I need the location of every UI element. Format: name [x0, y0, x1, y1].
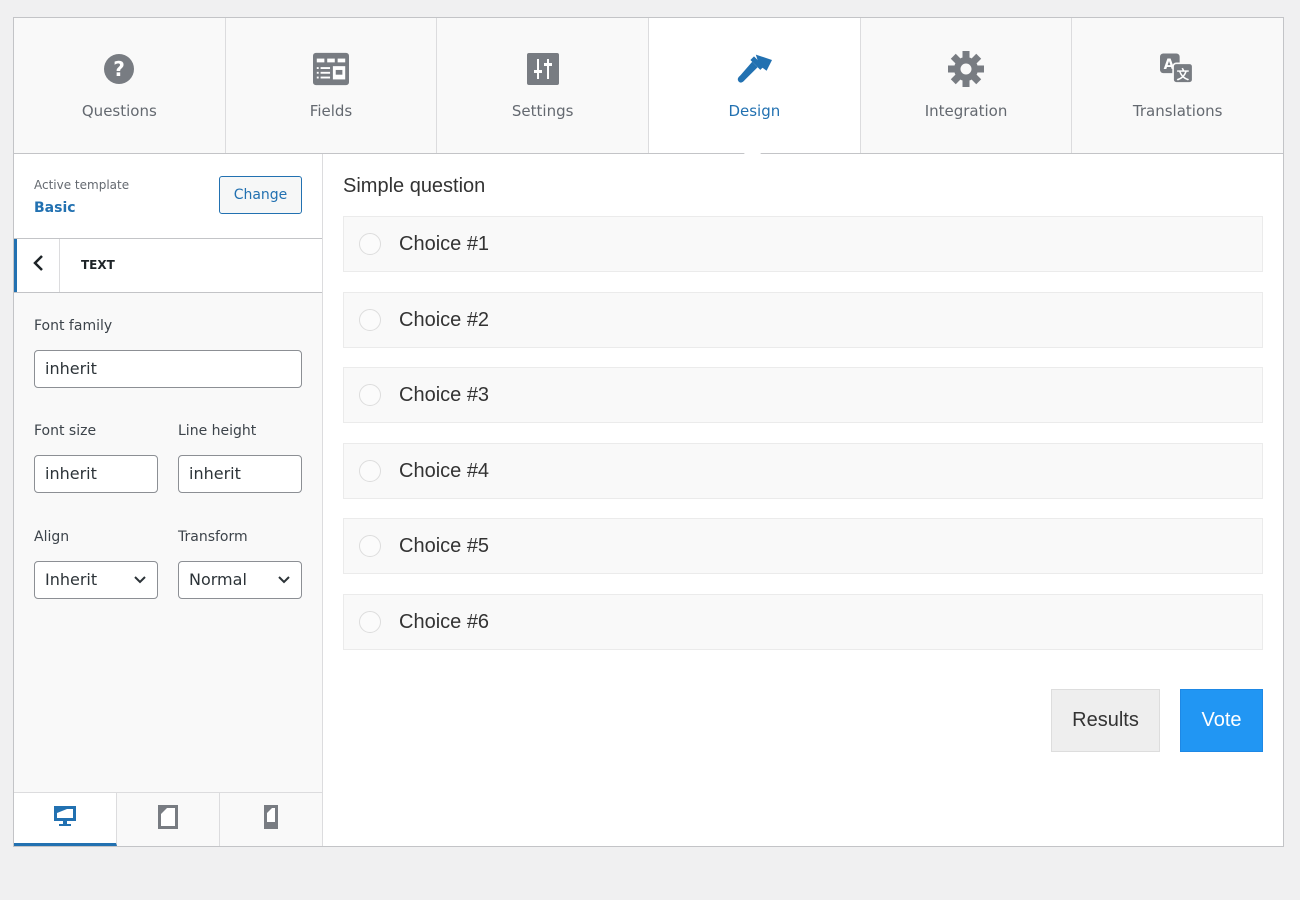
font-size-input[interactable]: inherit [34, 455, 158, 493]
transform-value: Normal [189, 570, 247, 589]
transform-label: Transform [178, 529, 248, 545]
device-mobile-button[interactable] [220, 793, 322, 846]
active-template-name: Basic [34, 200, 76, 216]
choice-label: Choice #4 [399, 459, 490, 482]
active-template-label: Active template [34, 178, 130, 192]
poll-preview: Simple question Choice #1 Choice #2 Choi… [323, 154, 1283, 846]
chevron-down-icon [277, 562, 291, 598]
tab-fields[interactable]: Fields [226, 18, 438, 153]
section-header: TEXT [14, 239, 322, 293]
change-template-button[interactable]: Change [219, 176, 302, 214]
line-height-label: Line height [178, 423, 257, 439]
design-sidebar: Active template Basic Change TEXT Font f… [14, 154, 323, 846]
align-value: Inherit [45, 570, 98, 589]
transform-select[interactable]: Normal [178, 561, 302, 599]
choice-label: Choice #2 [399, 308, 490, 331]
choice-item[interactable]: Choice #6 [343, 594, 1263, 650]
font-family-input[interactable]: inherit [34, 350, 302, 388]
choice-item[interactable]: Choice #4 [343, 443, 1263, 499]
tab-label: Settings [511, 102, 574, 120]
choice-item[interactable]: Choice #2 [343, 292, 1263, 348]
gear-icon [948, 51, 985, 87]
tab-label: Fields [309, 102, 353, 120]
tablet-icon [157, 804, 179, 835]
results-button[interactable]: Results [1051, 689, 1160, 752]
choice-item[interactable]: Choice #3 [343, 367, 1263, 423]
sliders-icon [525, 51, 561, 87]
radio-button[interactable] [359, 535, 381, 557]
poll-editor: ? Questions Fields Settings Design Integ… [13, 17, 1284, 847]
tab-label: Design [728, 102, 781, 120]
choice-label: Choice #5 [399, 534, 490, 557]
choice-item[interactable]: Choice #5 [343, 518, 1263, 574]
question-title: Simple question [343, 175, 486, 197]
choice-label: Choice #1 [399, 232, 490, 255]
font-family-label: Font family [34, 318, 113, 334]
choice-label: Choice #6 [399, 610, 490, 633]
tab-integration[interactable]: Integration [861, 18, 1073, 153]
device-tablet-button[interactable] [117, 793, 220, 846]
mobile-icon [263, 804, 279, 835]
device-desktop-button[interactable] [14, 793, 117, 846]
radio-button[interactable] [359, 384, 381, 406]
paintbrush-icon [736, 51, 773, 87]
tab-label: Integration [924, 102, 1008, 120]
back-button[interactable] [14, 239, 60, 292]
align-label: Align [34, 529, 70, 545]
section-title: TEXT [81, 258, 115, 272]
chevron-left-icon [32, 254, 44, 277]
line-height-input[interactable]: inherit [178, 455, 302, 493]
active-template-panel: Active template Basic Change [14, 154, 322, 239]
tab-settings[interactable]: Settings [437, 18, 650, 153]
tab-questions[interactable]: ? Questions [14, 18, 226, 153]
tab-design[interactable]: Design [649, 18, 861, 153]
vote-button[interactable]: Vote [1180, 689, 1263, 752]
radio-button[interactable] [359, 233, 381, 255]
desktop-icon [53, 804, 77, 833]
radio-button[interactable] [359, 460, 381, 482]
radio-button[interactable] [359, 611, 381, 633]
svg-text:?: ? [114, 57, 126, 81]
tab-label: Translations [1132, 102, 1223, 120]
radio-button[interactable] [359, 309, 381, 331]
font-size-label: Font size [34, 423, 97, 439]
tab-label: Questions [81, 102, 157, 120]
editor-tabs: ? Questions Fields Settings Design Integ… [14, 18, 1283, 154]
translation-icon: A文 [1159, 51, 1196, 87]
tab-translations[interactable]: A文 Translations [1072, 18, 1283, 153]
svg-text:文: 文 [1176, 67, 1189, 82]
align-select[interactable]: Inherit [34, 561, 158, 599]
chevron-down-icon [133, 562, 147, 598]
choice-item[interactable]: Choice #1 [343, 216, 1263, 272]
device-switcher [14, 792, 322, 846]
form-fields-icon [313, 51, 349, 87]
choice-label: Choice #3 [399, 383, 490, 406]
question-circle-icon: ? [101, 51, 137, 87]
